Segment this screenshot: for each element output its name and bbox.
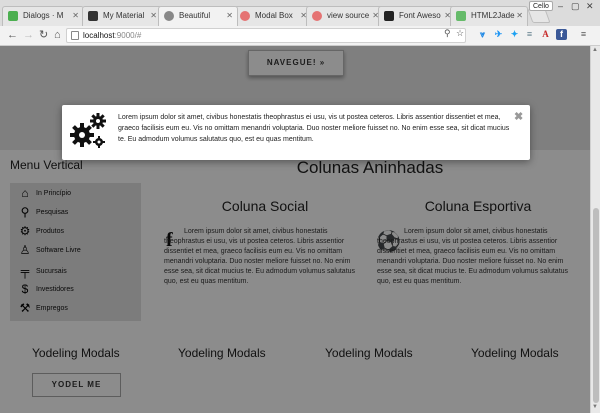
browser-chrome: Dialogs · M ✕ My Material ✕ Beautiful ✕ … <box>0 0 600 46</box>
tab-close-icon[interactable]: ✕ <box>226 11 233 20</box>
modal-dialog: Lorem ipsum dolor sit amet, civibus hone… <box>62 105 530 160</box>
tab-title: Dialogs · M <box>23 11 64 20</box>
maximize-icon[interactable]: ▢ <box>571 1 580 12</box>
menu-icon[interactable]: ≡ <box>578 29 589 40</box>
browser-tab[interactable]: Modal Box ✕ <box>234 6 312 26</box>
url-host: localhost <box>83 31 115 40</box>
tab-close-icon[interactable]: ✕ <box>516 11 523 20</box>
tab-title: Modal Box <box>255 11 293 20</box>
tab-favicon-icon <box>88 11 98 21</box>
page-icon <box>71 31 79 40</box>
forward-icon[interactable]: → <box>23 28 34 42</box>
tab-favicon-icon <box>164 11 174 21</box>
scroll-thumb[interactable] <box>593 208 599 403</box>
reload-icon[interactable]: ↻ <box>39 28 48 42</box>
tab-strip: Dialogs · M ✕ My Material ✕ Beautiful ✕ … <box>0 0 600 26</box>
gears-icon <box>70 113 106 148</box>
tab-title: Font Aweso <box>399 11 441 20</box>
browser-tab[interactable]: My Material ✕ <box>82 6 162 26</box>
tab-title: view source <box>327 11 370 20</box>
tab-title: Beautiful <box>179 11 211 20</box>
close-window-icon[interactable]: ✕ <box>586 1 594 12</box>
twitter-icon[interactable]: ✦ <box>509 29 520 40</box>
scroll-up-icon[interactable]: ▲ <box>592 47 598 53</box>
profile-button[interactable]: Cello <box>529 1 553 11</box>
browser-tab[interactable]: view source ✕ <box>306 6 384 26</box>
tab-title: HTML2Jade <box>471 11 515 20</box>
tab-favicon-icon <box>384 11 394 21</box>
minimize-icon[interactable]: – <box>558 1 563 11</box>
url-path: :9000/# <box>114 31 142 40</box>
extension-icon[interactable]: A <box>540 29 551 40</box>
scrollbar[interactable]: ▲ ▼ <box>590 46 600 413</box>
extension-icon[interactable]: ⩔ <box>477 29 488 40</box>
browser-tab[interactable]: Dialogs · M ✕ <box>2 6 84 26</box>
bookmark-star-icon[interactable]: ☆ <box>456 28 464 39</box>
tab-favicon-icon <box>312 11 322 21</box>
modal-backdrop[interactable] <box>0 46 590 413</box>
extension-icon[interactable]: ✈ <box>493 29 504 40</box>
new-tab-button[interactable] <box>527 9 551 23</box>
tab-favicon-icon <box>8 11 18 21</box>
tab-favicon-icon <box>456 11 466 21</box>
close-icon[interactable]: ✖ <box>514 110 523 123</box>
browser-tab[interactable]: HTML2Jade ✕ <box>450 6 528 26</box>
browser-tab[interactable]: Font Aweso ✕ <box>378 6 456 26</box>
scroll-down-icon[interactable]: ▼ <box>592 404 598 410</box>
facebook-ext-icon[interactable]: f <box>556 29 567 40</box>
back-icon[interactable]: ← <box>7 28 18 42</box>
zoom-icon[interactable]: ⚲ <box>444 28 451 39</box>
extension-icon[interactable]: ≡ <box>524 29 535 40</box>
modal-text: Lorem ipsum dolor sit amet, civibus hone… <box>118 114 510 143</box>
tab-title: My Material <box>103 11 145 20</box>
tab-favicon-icon <box>240 11 250 21</box>
browser-tab-active[interactable]: Beautiful ✕ <box>158 6 238 26</box>
tab-close-icon[interactable]: ✕ <box>150 11 157 20</box>
url-field[interactable]: localhost:9000/# <box>66 28 466 43</box>
home-icon[interactable]: ⌂ <box>54 28 61 42</box>
tab-close-icon[interactable]: ✕ <box>72 11 79 20</box>
